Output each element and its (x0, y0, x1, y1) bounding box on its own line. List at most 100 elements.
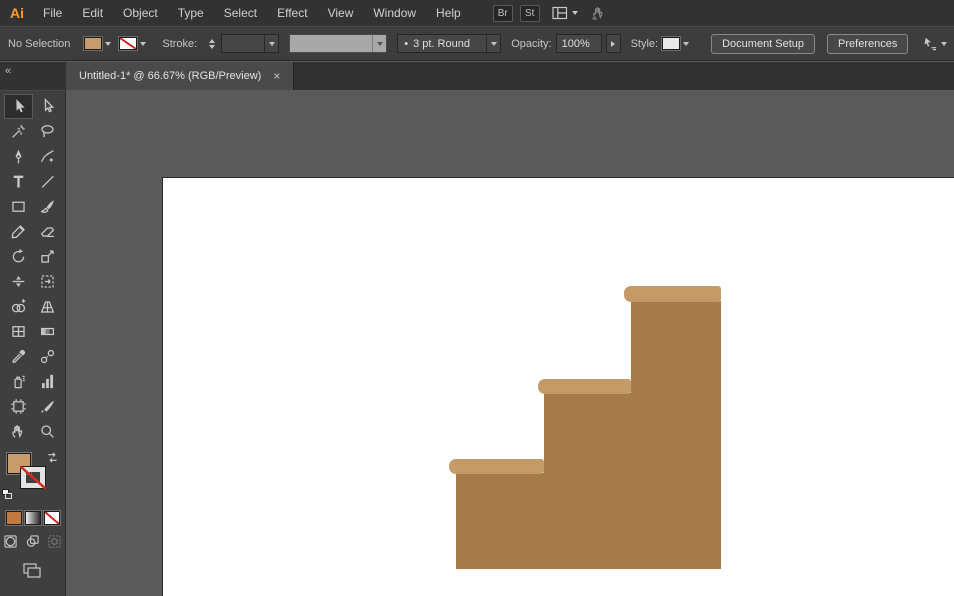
artboard[interactable] (162, 177, 954, 596)
step-up-icon[interactable] (209, 39, 215, 43)
shaper-tool[interactable] (4, 219, 33, 244)
paintbrush-tool[interactable] (33, 194, 62, 219)
fill-stroke-indicator (0, 449, 65, 499)
color-button[interactable] (6, 511, 22, 525)
rotate-tool[interactable] (4, 244, 33, 269)
width-profile-select (289, 34, 387, 53)
perspective-grid-tool[interactable] (33, 294, 62, 319)
menu-window[interactable]: Window (363, 6, 426, 20)
scale-tool[interactable] (33, 244, 62, 269)
app-logo[interactable]: Ai (0, 5, 33, 21)
menu-file[interactable]: File (33, 6, 72, 20)
tab-close-icon[interactable]: × (273, 69, 280, 83)
opacity-label[interactable]: Opacity: (511, 38, 551, 50)
eraser-tool[interactable] (33, 219, 62, 244)
draw-inside-icon[interactable] (48, 535, 61, 553)
menu-effect[interactable]: Effect (267, 6, 317, 20)
rectangle-tool[interactable] (4, 194, 33, 219)
fill-swatch[interactable] (84, 37, 102, 50)
curvature-tool[interactable] (33, 144, 62, 169)
stock-button[interactable]: St (520, 5, 540, 22)
eyedropper-tool[interactable] (4, 344, 33, 369)
chevron-down-icon (269, 42, 275, 46)
document-tab-title: Untitled-1* @ 66.67% (RGB/Preview) (79, 70, 261, 82)
blend-tool[interactable] (33, 344, 62, 369)
magic-wand-tool[interactable] (4, 119, 33, 144)
artboard-tool[interactable] (4, 394, 33, 419)
symbol-sprayer-tool[interactable] (4, 369, 33, 394)
chevron-down-icon (683, 42, 689, 46)
tools-panel (0, 90, 66, 596)
stroke-label: Stroke: (162, 38, 197, 50)
line-segment-tool[interactable] (33, 169, 62, 194)
canvas[interactable] (67, 90, 954, 596)
slice-tool[interactable] (33, 394, 62, 419)
menu-view[interactable]: View (318, 6, 364, 20)
pen-tool[interactable] (4, 144, 33, 169)
stroke-none-slash (20, 466, 46, 489)
opacity-flyout-button[interactable] (606, 34, 621, 53)
stairs-bottom-tread[interactable] (449, 459, 544, 474)
column-graph-tool[interactable] (33, 369, 62, 394)
free-transform-tool[interactable] (33, 269, 62, 294)
step-down-icon[interactable] (209, 45, 215, 49)
style-label: Style: (631, 38, 659, 50)
control-bar: No Selection Stroke: • 3 pt. Round Opaci… (0, 26, 954, 61)
stroke-weight-select[interactable] (221, 34, 279, 53)
menu-type[interactable]: Type (168, 6, 214, 20)
shape-builder-tool[interactable] (4, 294, 33, 319)
stairs-middle-tread[interactable] (538, 379, 631, 394)
direct-selection-tool[interactable] (33, 94, 62, 119)
swap-fill-stroke-icon[interactable] (46, 451, 59, 469)
brush-preview-dot: • (398, 38, 408, 50)
default-fill-stroke-icon[interactable] (2, 487, 13, 505)
workspace-switcher[interactable] (552, 6, 578, 20)
menu-bar: Ai File Edit Object Type Select Effect V… (0, 0, 954, 26)
mesh-tool[interactable] (4, 319, 33, 344)
brush-definition-value: 3 pt. Round (408, 38, 486, 50)
lasso-tool[interactable] (33, 119, 62, 144)
preferences-button[interactable]: Preferences (827, 34, 908, 54)
tools-grid (0, 91, 65, 444)
document-setup-button[interactable]: Document Setup (711, 34, 815, 54)
menu-object[interactable]: Object (113, 6, 168, 20)
stroke-weight-stepper[interactable] (207, 37, 217, 51)
chevron-right-icon (611, 41, 615, 47)
fill-color-picker[interactable] (84, 37, 111, 50)
hand-tool[interactable] (4, 419, 33, 444)
chevron-down-icon (377, 42, 383, 46)
stroke-none-swatch[interactable] (119, 37, 137, 50)
stairs-top-tread[interactable] (624, 286, 721, 302)
workspace-layout-icon (552, 6, 568, 20)
collapse-panels-icon[interactable]: « (5, 65, 10, 77)
chevron-down-icon (941, 42, 947, 46)
chevron-down-icon (572, 11, 578, 15)
change-screen-mode[interactable] (0, 563, 65, 583)
gradient-button[interactable] (25, 511, 41, 525)
illustrator-window: Ai File Edit Object Type Select Effect V… (0, 0, 954, 596)
chevron-down-icon (491, 42, 497, 46)
zoom-tool[interactable] (33, 419, 62, 444)
opacity-select[interactable]: 100% (556, 34, 602, 53)
brush-definition-select[interactable]: • 3 pt. Round (397, 34, 501, 53)
gradient-tool[interactable] (33, 319, 62, 344)
hand-gesture-icon (590, 5, 608, 21)
draw-normal-icon[interactable] (4, 535, 17, 553)
selection-tool[interactable] (4, 94, 33, 119)
menu-edit[interactable]: Edit (72, 6, 113, 20)
style-swatch[interactable] (662, 37, 680, 50)
width-tool[interactable] (4, 269, 33, 294)
style-select[interactable] (662, 37, 689, 50)
none-button[interactable] (44, 511, 60, 525)
menu-select[interactable]: Select (214, 6, 267, 20)
selection-status: No Selection (8, 38, 70, 50)
stroke-color-picker[interactable] (119, 37, 146, 50)
menu-help[interactable]: Help (426, 6, 471, 20)
control-panel-flyout[interactable] (922, 36, 947, 51)
type-tool[interactable] (4, 169, 33, 194)
drawing-mode-buttons (0, 535, 65, 553)
bridge-button[interactable]: Br (493, 5, 513, 22)
document-tab[interactable]: Untitled-1* @ 66.67% (RGB/Preview) × (66, 62, 294, 90)
draw-behind-icon[interactable] (26, 535, 39, 553)
stairs-top-step[interactable] (631, 301, 721, 569)
